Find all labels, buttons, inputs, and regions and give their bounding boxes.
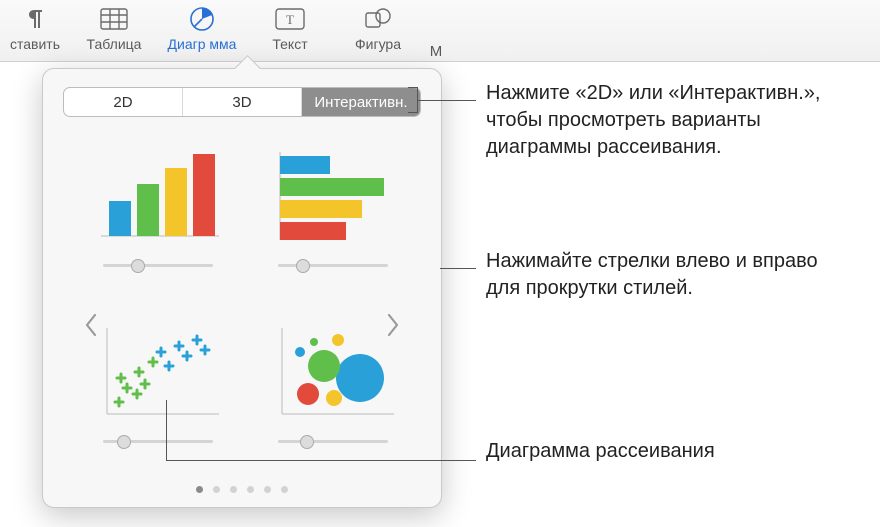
callout-leader xyxy=(166,400,167,460)
page-dot[interactable] xyxy=(213,486,220,493)
chart-popover: 2D 3D Интерактивн. xyxy=(42,68,442,508)
callout-bottom: Диаграмма рассеивания xyxy=(486,438,746,465)
style-slider[interactable] xyxy=(278,259,388,271)
style-slider[interactable] xyxy=(278,435,388,447)
chart-gallery xyxy=(73,127,411,457)
segment-3d[interactable]: 3D xyxy=(183,88,302,116)
callout-bracket xyxy=(408,87,418,113)
toolbar-insert[interactable]: ставить xyxy=(0,4,70,52)
toolbar-shape-label: Фигура xyxy=(355,36,401,52)
segmented-control: 2D 3D Интерактивн. xyxy=(63,87,421,117)
chart-thumb-column[interactable] xyxy=(83,131,233,271)
toolbar-chart[interactable]: Диагр мма xyxy=(158,4,246,52)
page-dot[interactable] xyxy=(196,486,203,493)
bar-chart-icon xyxy=(263,141,403,251)
textbox-icon: T xyxy=(275,4,305,34)
style-slider[interactable] xyxy=(103,435,213,447)
toolbar-table-label: Таблица xyxy=(87,36,142,52)
pilcrow-icon xyxy=(25,4,45,34)
shape-icon xyxy=(364,4,392,34)
bubble-chart-icon xyxy=(263,317,403,427)
page-dots xyxy=(43,486,441,493)
chart-thumb-scatter[interactable] xyxy=(83,307,233,447)
toolbar-text[interactable]: T Текст xyxy=(246,4,334,52)
toolbar-table[interactable]: Таблица xyxy=(70,4,158,52)
segment-2d[interactable]: 2D xyxy=(64,88,183,116)
callout-mid: Нажимайте стрелки влево и вправо для про… xyxy=(486,248,856,302)
toolbar-chart-label: Диагр мма xyxy=(168,36,237,52)
page-dot[interactable] xyxy=(281,486,288,493)
segment-interactive[interactable]: Интерактивн. xyxy=(302,88,420,116)
callout-top: Нажмите «2D» или «Интерактивн.», чтобы п… xyxy=(486,80,846,161)
page-dot[interactable] xyxy=(230,486,237,493)
svg-text:T: T xyxy=(286,12,294,27)
scatter-chart-icon xyxy=(88,317,228,427)
toolbar-shape[interactable]: Фигура xyxy=(334,4,422,52)
style-slider[interactable] xyxy=(103,259,213,271)
pie-icon xyxy=(189,4,215,34)
toolbar-more-truncated: М xyxy=(422,4,450,60)
toolbar-insert-label: ставить xyxy=(10,36,60,52)
column-chart-icon xyxy=(88,141,228,251)
table-icon xyxy=(100,4,128,34)
toolbar-text-label: Текст xyxy=(272,36,307,52)
page-dot[interactable] xyxy=(264,486,271,493)
toolbar: ставить Таблица Диагр мма T Текст Фигура… xyxy=(0,0,880,62)
chart-thumb-bar[interactable] xyxy=(258,131,408,271)
callout-leader xyxy=(440,268,476,269)
chart-thumb-bubble[interactable] xyxy=(258,307,408,447)
callout-leader xyxy=(166,460,476,461)
page-dot[interactable] xyxy=(247,486,254,493)
callout-leader xyxy=(418,100,476,101)
